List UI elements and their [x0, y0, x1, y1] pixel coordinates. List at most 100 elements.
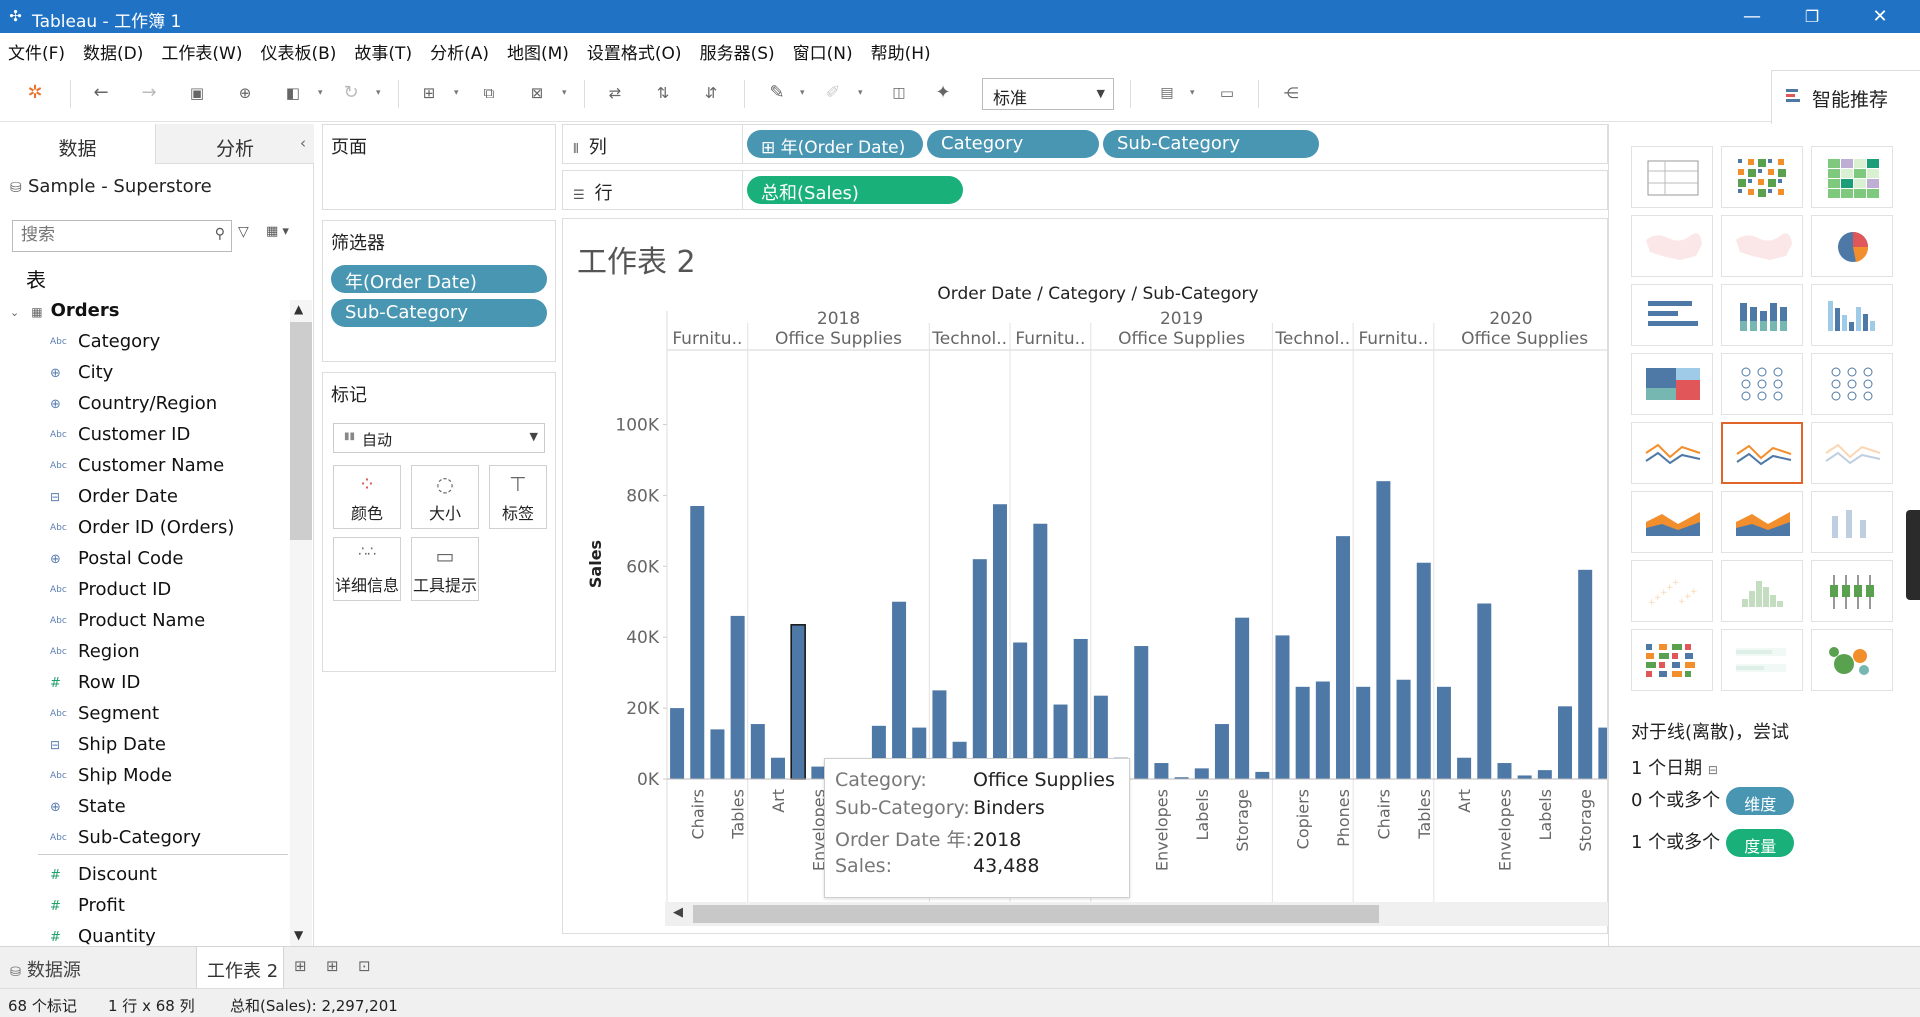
tableau-home-icon[interactable]: ✲: [22, 80, 48, 106]
dropdown-icon[interactable]: ▾: [376, 88, 381, 98]
filter-fields-icon[interactable]: ▽: [238, 224, 249, 240]
field-segment[interactable]: Abc Segment: [50, 703, 159, 731]
scroll-left-icon[interactable]: ◀: [673, 905, 683, 920]
bar-mark[interactable]: [992, 504, 1007, 779]
menu-worksheet[interactable]: 工作表(W): [161, 33, 242, 64]
field-city[interactable]: ⊕ City: [50, 362, 113, 390]
show-me-dual-combination[interactable]: [1811, 491, 1893, 553]
bar-mark[interactable]: [730, 615, 745, 779]
datasource-name[interactable]: Sample - Superstore: [28, 176, 212, 197]
mark-type-select[interactable]: ▮▮ 自动 ▼: [333, 423, 545, 453]
show-me-treemap[interactable]: [1631, 353, 1713, 415]
sort-ascending-icon[interactable]: ⇅: [650, 80, 676, 106]
bar-mark[interactable]: [1336, 536, 1351, 779]
bar-mark[interactable]: [1376, 481, 1391, 779]
show-me-symbol-map[interactable]: [1631, 215, 1713, 277]
filter-pill-year[interactable]: 年(Order Date): [331, 265, 547, 293]
new-worksheet-icon[interactable]: ⊞: [294, 957, 307, 975]
columns-shelf[interactable]: ⦀ 列 ⊞ 年(Order Date) Category Sub-Category: [562, 124, 1608, 164]
sort-descending-icon[interactable]: ⇵: [698, 80, 724, 106]
smart-recommend-tab[interactable]: 智能推荐: [1771, 70, 1920, 124]
show-me-area-continuous[interactable]: [1631, 491, 1713, 553]
tab-worksheet-2[interactable]: 工作表 2: [196, 947, 284, 988]
filter-pill-subcategory[interactable]: Sub-Category: [331, 299, 547, 327]
horizontal-scroll-thumb[interactable]: [693, 905, 1379, 923]
clear-sheet-icon[interactable]: ⊠: [524, 80, 550, 106]
fields-scrollbar[interactable]: ▲ ▼: [290, 300, 312, 946]
refresh-icon[interactable]: ↻: [338, 80, 364, 106]
bar-mark[interactable]: [1154, 763, 1169, 779]
show-me-filled-map[interactable]: [1721, 215, 1803, 277]
bar-mark[interactable]: [1214, 724, 1229, 779]
minimize-button[interactable]: —: [1724, 0, 1780, 33]
field-profit[interactable]: # Profit: [50, 895, 125, 923]
field-region[interactable]: Abc Region: [50, 641, 140, 669]
bar-mark[interactable]: [1416, 562, 1431, 779]
row-pill-sales[interactable]: 总和(Sales): [747, 176, 963, 204]
filters-card[interactable]: 筛选器 年(Order Date) Sub-Category: [322, 220, 556, 362]
show-me-pie-chart[interactable]: [1811, 215, 1893, 277]
new-dashboard-icon[interactable]: ⊞: [326, 957, 339, 975]
scroll-down-icon[interactable]: ▼: [294, 928, 303, 942]
column-pill-subcategory[interactable]: Sub-Category: [1103, 130, 1319, 158]
bar-mark[interactable]: [1457, 757, 1472, 779]
bar-mark[interactable]: [1578, 569, 1593, 779]
table-orders[interactable]: ⌄ ▦ Orders: [10, 300, 119, 321]
dropdown-icon[interactable]: ▾: [562, 88, 567, 98]
bar-mark[interactable]: [1477, 603, 1492, 780]
show-me-side-by-side-bars[interactable]: [1811, 284, 1893, 346]
dropdown-icon[interactable]: ▾: [858, 88, 863, 98]
show-me-histogram[interactable]: [1721, 560, 1803, 622]
menu-window[interactable]: 窗口(N): [793, 33, 853, 64]
show-me-lines-continuous[interactable]: [1631, 422, 1713, 484]
show-me-area-discrete[interactable]: [1721, 491, 1803, 553]
redo-icon[interactable]: →: [136, 80, 162, 106]
bar-mark[interactable]: [892, 601, 907, 779]
show-me-horizontal-bars[interactable]: [1631, 284, 1713, 346]
bar-mark[interactable]: [750, 724, 765, 779]
panel-resize-handle[interactable]: [1906, 510, 1920, 600]
bar-mark[interactable]: [1396, 679, 1411, 779]
menu-file[interactable]: 文件(F): [8, 33, 65, 64]
show-cards-icon[interactable]: ▤: [1154, 80, 1180, 106]
swap-rows-columns-icon[interactable]: ⇄: [602, 80, 628, 106]
tab-analysis[interactable]: 分析 ‹: [155, 124, 314, 164]
bar-mark[interactable]: [1537, 770, 1552, 779]
field-product-name[interactable]: Abc Product Name: [50, 610, 205, 638]
field-customer-id[interactable]: Abc Customer ID: [50, 424, 190, 452]
bar-mark[interactable]: [1033, 523, 1048, 779]
bar-mark[interactable]: [1497, 763, 1512, 779]
color-button[interactable]: ⁘ 颜色: [333, 465, 401, 529]
menu-analysis[interactable]: 分析(A): [430, 33, 489, 64]
undo-icon[interactable]: ←: [88, 80, 114, 106]
save-icon[interactable]: ▣: [184, 80, 210, 106]
bar-mark[interactable]: [690, 506, 705, 779]
new-story-icon[interactable]: ⊡: [358, 957, 371, 975]
dropdown-icon[interactable]: ▾: [318, 88, 323, 98]
bar-mark[interactable]: [1356, 686, 1371, 779]
fit-select[interactable]: 标准 ▼: [982, 78, 1114, 110]
bar-mark[interactable]: [1295, 686, 1310, 779]
menu-story[interactable]: 故事(T): [354, 33, 412, 64]
field-order-id-orders[interactable]: Abc Order ID (Orders): [50, 517, 234, 545]
menu-server[interactable]: 服务器(S): [700, 33, 775, 64]
dropdown-icon[interactable]: ▾: [454, 88, 459, 98]
show-me-box-and-whisker[interactable]: [1811, 560, 1893, 622]
field-country-region[interactable]: ⊕ Country/Region: [50, 393, 217, 421]
menu-map[interactable]: 地图(M): [507, 33, 569, 64]
bar-mark[interactable]: [1235, 617, 1250, 779]
new-datasource-icon[interactable]: ⊕: [232, 80, 258, 106]
field-sub-category[interactable]: Abc Sub-Category: [50, 827, 201, 855]
pages-card[interactable]: 页面: [322, 124, 556, 210]
column-pill-category[interactable]: Category: [927, 130, 1099, 158]
bar-mark[interactable]: [1598, 727, 1608, 779]
highlight-icon[interactable]: ✎: [764, 80, 790, 106]
field-row-id[interactable]: # Row ID: [50, 672, 140, 700]
show-me-gantt-chart[interactable]: [1631, 629, 1713, 691]
fix-axes-icon[interactable]: ✦: [930, 80, 956, 106]
close-button[interactable]: ✕: [1852, 0, 1908, 33]
pause-updates-icon[interactable]: ◧: [280, 80, 306, 106]
field-discount[interactable]: # Discount: [50, 864, 157, 892]
detail-button[interactable]: ∴∴ 详细信息: [333, 537, 401, 601]
menu-format[interactable]: 设置格式(O): [587, 33, 682, 64]
